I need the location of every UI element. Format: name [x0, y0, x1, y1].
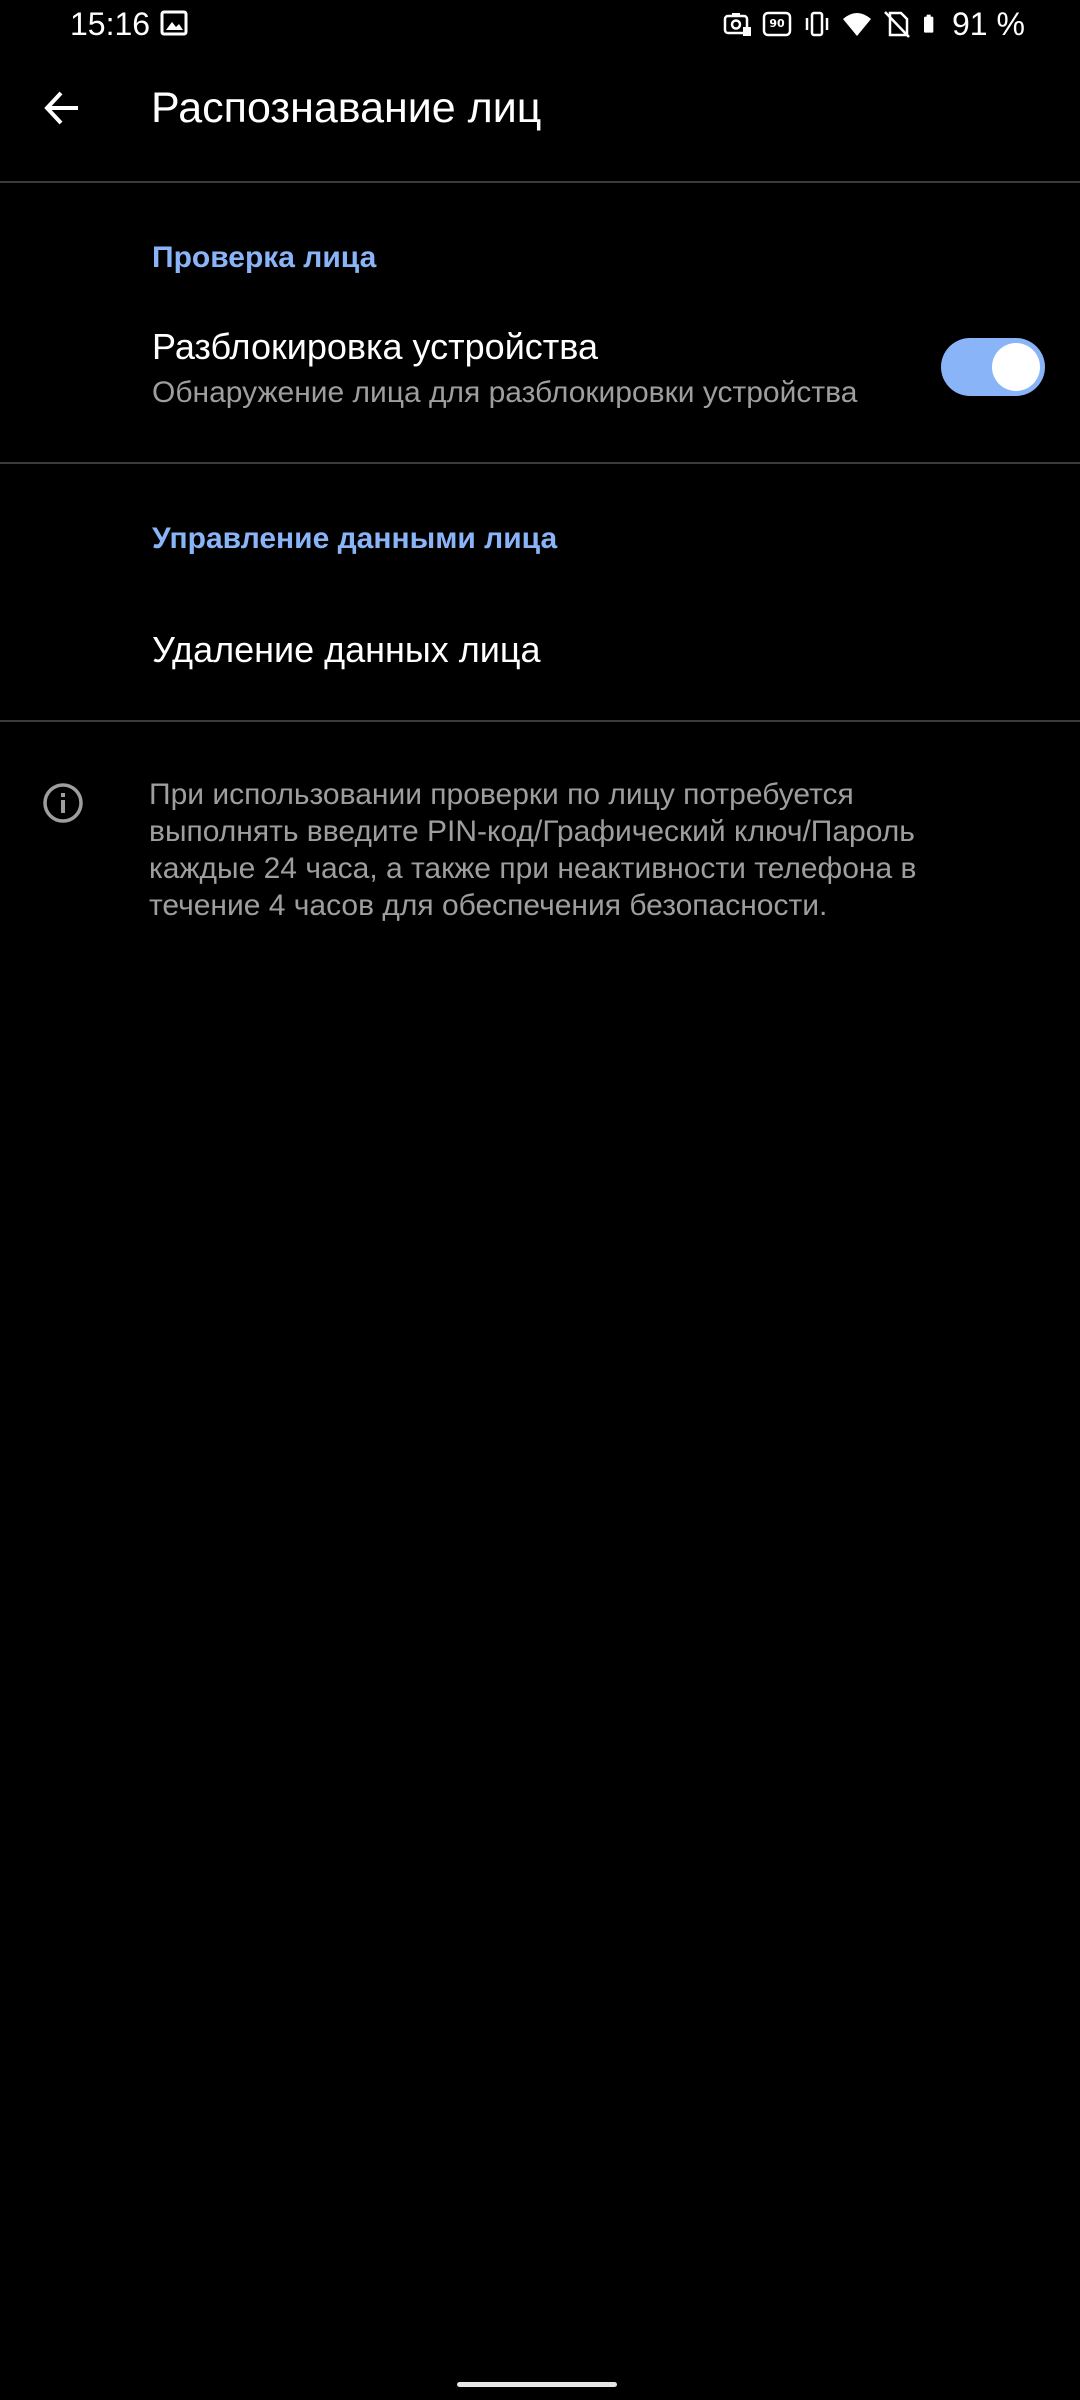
unlock-device-toggle[interactable] — [941, 338, 1045, 396]
unlock-device-title: Разблокировка устройства — [152, 326, 599, 367]
divider — [0, 181, 1080, 183]
gesture-nav-handle[interactable] — [457, 2382, 617, 2387]
app-bar: Распознавание лиц — [0, 48, 1080, 182]
back-button[interactable] — [30, 76, 94, 140]
gallery-icon — [160, 10, 188, 36]
battery-icon — [924, 14, 934, 33]
svg-text:90: 90 — [769, 17, 785, 30]
page-title: Распознавание лиц — [151, 84, 542, 132]
unlock-device-preference[interactable]: Разблокировка устройства Обнаружение лиц… — [0, 305, 1080, 455]
section-header-face-data: Управление данными лица — [152, 522, 558, 555]
status-icons: 90 91 % — [722, 8, 1025, 40]
delete-face-data-preference[interactable]: Удаление данных лица — [0, 600, 1080, 700]
info-icon — [43, 783, 83, 823]
wifi-icon — [843, 13, 871, 36]
status-bar: 15:16 90 91 % — [0, 0, 1080, 48]
vibrate-icon — [805, 11, 829, 37]
no-sim-icon — [884, 11, 910, 38]
info-text: При использовании проверки по лицу потре… — [149, 778, 917, 922]
divider — [0, 462, 1080, 464]
section-header-face-check: Проверка лица — [152, 241, 377, 274]
refresh-rate-90hz-icon: 90 — [762, 11, 792, 37]
unlock-device-summary: Обнаружение лица для разблокировки устро… — [152, 376, 858, 409]
delete-face-data-title: Удаление данных лица — [152, 629, 541, 670]
divider — [0, 720, 1080, 722]
toggle-knob — [992, 343, 1040, 391]
arrow-back-icon — [44, 91, 78, 125]
screen-record-icon — [723, 13, 751, 36]
status-time: 15:16 — [70, 6, 151, 42]
battery-percent: 91 % — [952, 6, 1025, 42]
